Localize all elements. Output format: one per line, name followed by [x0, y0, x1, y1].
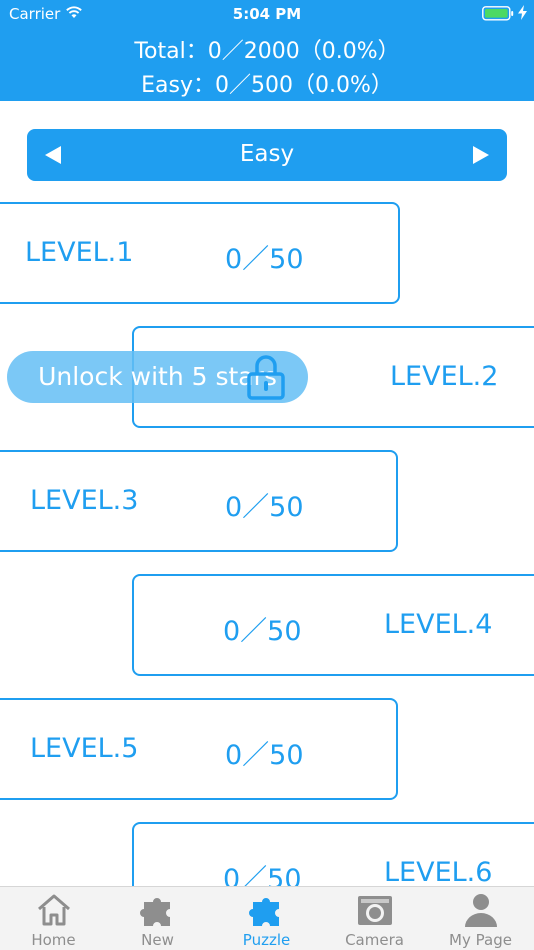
level-score: 0／50	[223, 616, 302, 647]
battery-icon	[482, 6, 514, 21]
home-icon	[38, 894, 70, 926]
tab-label: Puzzle	[242, 931, 291, 949]
total-progress: Total：0／2000（0.0%）	[134, 39, 400, 64]
level-name: LEVEL.1	[25, 237, 134, 268]
difficulty-label: Easy	[239, 141, 295, 167]
difficulty-progress: Easy：0／500（0.0%）	[141, 73, 393, 98]
puzzle-piece-icon	[140, 898, 170, 926]
level-card-1[interactable]: LEVEL.1 0／50	[0, 202, 400, 304]
tab-puzzle[interactable]: Puzzle	[213, 887, 320, 950]
level-card-5[interactable]: LEVEL.5 0／50	[0, 698, 398, 800]
difficulty-selector: Easy	[27, 129, 507, 181]
tab-bar: Home New Puzzle Camera My Page	[0, 886, 534, 950]
charging-bolt-icon	[518, 5, 527, 20]
level-card-3[interactable]: LEVEL.3 0／50	[0, 450, 398, 552]
level-score: 0／50	[225, 740, 304, 771]
puzzle-piece-icon	[249, 898, 279, 926]
level-name: LEVEL.2	[390, 361, 499, 392]
tab-home[interactable]: Home	[0, 887, 107, 950]
tab-label: New	[141, 931, 174, 949]
tab-my-page[interactable]: My Page	[427, 887, 534, 950]
tab-camera[interactable]: Camera	[321, 887, 428, 950]
tab-label: Camera	[345, 931, 404, 949]
level-name: LEVEL.4	[384, 609, 493, 640]
person-icon	[465, 894, 497, 927]
triangle-right-icon[interactable]	[471, 145, 491, 165]
level-name: LEVEL.6	[384, 857, 493, 888]
screen: Carrier 5:04 PM Total：0／2000（0.0%） Easy：…	[0, 0, 534, 950]
header: Carrier 5:04 PM Total：0／2000（0.0%） Easy：…	[0, 0, 534, 101]
level-score: 0／50	[225, 244, 304, 275]
level-card-4[interactable]: 0／50 LEVEL.4	[132, 574, 534, 676]
clock: 5:04 PM	[232, 5, 302, 23]
status-bar: Carrier 5:04 PM	[0, 0, 534, 28]
lock-icon	[247, 355, 285, 400]
tab-label: Home	[31, 931, 76, 949]
level-score: 0／50	[225, 492, 304, 523]
camera-icon	[358, 896, 392, 925]
tab-label: My Page	[449, 931, 512, 949]
level-name: LEVEL.5	[30, 733, 139, 764]
tab-new[interactable]: New	[104, 887, 211, 950]
level-name: LEVEL.3	[30, 485, 139, 516]
